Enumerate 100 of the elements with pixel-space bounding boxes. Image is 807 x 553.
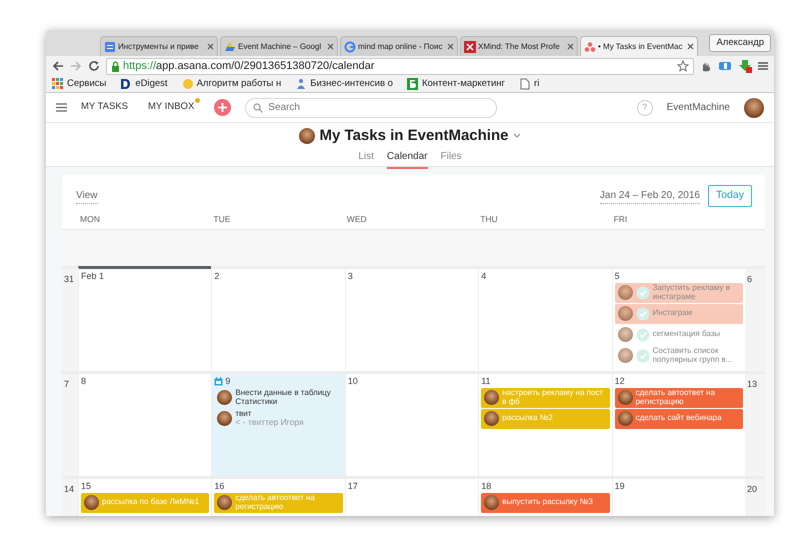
day-number: 11 [481, 376, 491, 386]
reload-icon[interactable] [88, 60, 100, 72]
browser-tab[interactable]: Инструменты и приве [100, 36, 218, 56]
assignee-avatar [618, 411, 633, 426]
close-icon[interactable] [327, 43, 334, 50]
task-title: сделать автоответ на регистрацию [235, 494, 316, 512]
bookmark[interactable]: ri [519, 76, 540, 92]
hand-icon[interactable] [700, 60, 712, 72]
calendar-icon [214, 376, 224, 386]
task-title: настроить рекламу на пост в фб [502, 388, 604, 406]
checkmark-icon[interactable] [636, 348, 650, 362]
checkmark-icon[interactable] [636, 328, 650, 342]
browser-tab[interactable]: • My Tasks in EventMac [580, 36, 698, 56]
day-number: 17 [348, 482, 358, 490]
user-name[interactable]: EventMachine [666, 100, 730, 115]
day-number: 8 [81, 376, 86, 386]
task-item[interactable]: Внести данные в таблицу Статистики [214, 388, 343, 408]
day-number: 7 [64, 378, 70, 388]
download-icon[interactable] [738, 59, 752, 73]
day-number: 4 [481, 272, 486, 280]
search-icon [253, 102, 264, 112]
bookmark[interactable]: Алгоритм работы н [182, 76, 282, 92]
bookmark[interactable]: eDigest [120, 76, 168, 92]
task-title: рассылка по базе ЛиМ№1 [102, 498, 200, 507]
close-icon[interactable] [447, 43, 454, 50]
coin-icon [182, 78, 194, 90]
day-number: 2 [214, 272, 220, 280]
view-dropdown[interactable]: View [76, 188, 98, 204]
day-number: 5 [614, 272, 620, 280]
assignee-avatar [618, 285, 633, 300]
star-icon[interactable] [677, 60, 689, 72]
back-icon[interactable] [52, 60, 64, 72]
day-number: 31 [64, 274, 74, 284]
menu-icon[interactable] [56, 103, 67, 112]
task-title: твит [235, 410, 252, 418]
day-number: Feb 1 [81, 272, 104, 280]
assignee-avatar [618, 306, 633, 321]
profile-button[interactable]: Александр [709, 34, 771, 52]
close-icon[interactable] [687, 43, 694, 50]
bookmark[interactable]: Сервисы [52, 76, 106, 92]
close-icon[interactable] [207, 43, 214, 50]
day-number: 19 [614, 482, 625, 490]
close-icon[interactable] [567, 43, 574, 50]
g-letter-icon [344, 40, 356, 52]
view-tab[interactable]: Files [440, 149, 462, 169]
day-number: 12 [614, 376, 625, 386]
view-tab[interactable]: Calendar [386, 149, 428, 169]
day-number: 14 [64, 484, 74, 494]
add-button[interactable] [214, 99, 232, 116]
browser-tab[interactable]: Event Machine – Googl [220, 36, 338, 56]
address-field[interactable]: https://app.asana.com/0/29013651380720/calendar [106, 58, 694, 74]
three-dots-icon [584, 40, 596, 52]
project-avatar [298, 128, 315, 144]
task-title: Запустить рекламу в инстаграме [652, 284, 731, 302]
assignee-avatar [618, 348, 633, 363]
task-title: Составить список популярных групп в... [652, 346, 734, 364]
task-item[interactable]: сегментация базы [614, 324, 743, 344]
view-tab[interactable]: List [358, 149, 374, 169]
bookmark[interactable]: Контент-маркетинг [406, 76, 506, 92]
task-note: < - твиттер Игоря [235, 418, 304, 428]
day-number: 10 [348, 376, 358, 386]
nav-link[interactable]: MY INBOX [148, 100, 200, 115]
assignee-avatar [618, 327, 633, 342]
caret-icon[interactable] [513, 133, 522, 139]
browser-tab[interactable]: XMind: The Most Profe [460, 36, 578, 56]
task-title: Внести данные в таблицу Статистики [235, 388, 332, 406]
assignee-avatar [84, 495, 99, 510]
assignee-avatar [217, 411, 232, 426]
day-number: 3 [348, 272, 353, 280]
task-title: сделать автоответ на регистрацию [636, 388, 716, 406]
task-title: Инстаграм [652, 309, 692, 318]
cross-icon [464, 40, 476, 52]
day-number: 6 [746, 274, 752, 284]
assignee-avatar [217, 390, 232, 405]
page-icon [519, 78, 532, 90]
triangle-icon [224, 40, 236, 52]
search-field[interactable]: Search [245, 98, 498, 118]
browser-tab[interactable]: mind map online - Поис [340, 36, 458, 56]
day-number: 20 [746, 484, 757, 494]
nav-link[interactable]: MY TASKS [81, 100, 134, 115]
checkmark-icon[interactable] [636, 286, 650, 300]
user-avatar[interactable] [744, 98, 764, 118]
menu-icon[interactable] [758, 61, 768, 71]
weekday-header: TUE [213, 214, 230, 224]
day-number: 15 [81, 482, 92, 490]
assignee-avatar [217, 495, 232, 510]
doc-icon [104, 40, 116, 52]
task-item[interactable]: твит < - твиттер Игоря [214, 408, 343, 429]
apps-grid-icon [52, 78, 64, 90]
date-range-dropdown[interactable]: Jan 24 – Feb 20, 2016 [600, 188, 700, 204]
weekday-header: THU [480, 214, 498, 224]
person-icon [295, 78, 308, 90]
task-item[interactable]: Составить список популярных групп в... [614, 346, 743, 366]
bookmark[interactable]: Бизнес-интенсив о [295, 76, 393, 92]
page-title: My Tasks in EventMachine [320, 127, 508, 145]
checkmark-icon[interactable] [636, 306, 650, 320]
assignee-avatar [484, 390, 500, 405]
assignee-avatar [618, 390, 633, 405]
task-title: выпустить рассылку №3 [502, 498, 593, 507]
book-icon[interactable] [718, 60, 732, 72]
